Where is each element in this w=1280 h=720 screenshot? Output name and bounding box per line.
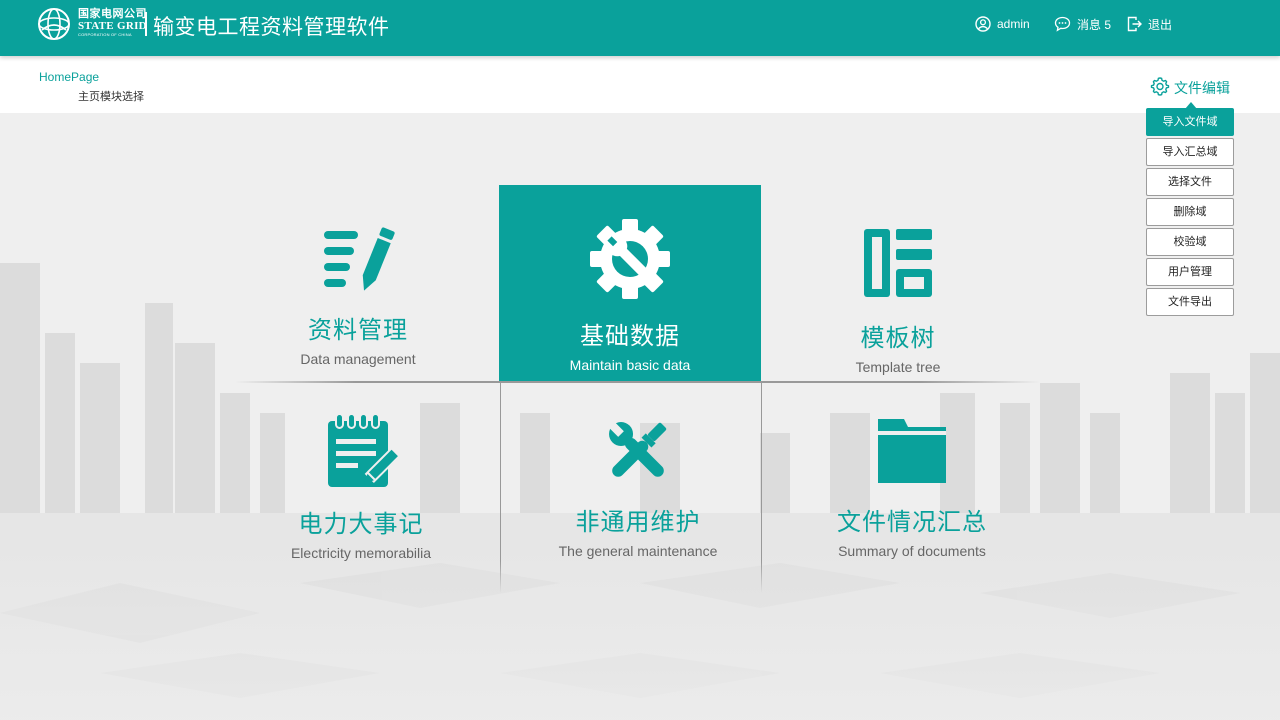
notepad-pencil-icon — [230, 413, 492, 496]
user-icon — [975, 16, 991, 32]
module-title-en: Electricity memorabilia — [290, 545, 432, 561]
menu-item-import-file-domain[interactable]: 导入文件域 — [1146, 102, 1234, 136]
app-header: 国家电网公司 STATE GRID CORPORATION OF CHINA 输… — [0, 0, 1280, 56]
module-title-cn: 电力大事记 — [298, 511, 424, 538]
username-label: admin — [997, 17, 1030, 31]
tools-icon — [507, 413, 769, 494]
breadcrumb-bar: HomePage 主页模块选择 文件编辑 — [0, 56, 1280, 113]
message-icon — [1054, 16, 1071, 32]
logout-icon — [1127, 16, 1142, 32]
menu-item-select-file[interactable]: 选择文件 — [1146, 168, 1234, 196]
brand-name-cn: 国家电网公司 — [78, 8, 147, 20]
brand-name-en: STATE GRID — [78, 20, 147, 32]
file-edit-button[interactable]: 文件编辑 — [1150, 76, 1230, 99]
logout-button[interactable]: 退出 — [1127, 14, 1172, 34]
menu-item-user-management[interactable]: 用户管理 — [1146, 258, 1234, 286]
breadcrumb-current: 主页模块选择 — [78, 91, 144, 103]
module-title-cn: 基础数据 — [580, 323, 680, 350]
file-edit-label: 文件编辑 — [1174, 79, 1230, 96]
title-divider — [145, 12, 147, 36]
file-edit-dropdown: 导入文件域 导入汇总域 选择文件 删除域 校验域 用户管理 文件导出 — [1146, 102, 1234, 318]
app-title: 输变电工程资料管理软件 — [153, 16, 390, 39]
module-basic-data[interactable]: 基础数据 Maintain basic data — [499, 185, 761, 381]
messages-button[interactable]: 消息 5 — [1054, 14, 1111, 34]
module-title-en: Maintain basic data — [569, 357, 691, 373]
module-data-management[interactable]: 资料管理 Data management — [227, 185, 489, 381]
module-template-tree[interactable]: 模板树 Template tree — [767, 185, 1029, 381]
module-title-en: Data management — [300, 351, 416, 367]
breadcrumb-home-link[interactable]: HomePage — [39, 70, 99, 84]
edit-list-icon — [227, 225, 489, 300]
template-tree-icon — [767, 227, 1029, 304]
module-title-en: Summary of documents — [838, 543, 986, 559]
module-title-cn: 模板树 — [860, 325, 936, 352]
module-title-cn: 资料管理 — [308, 317, 408, 344]
gear-icon — [1150, 76, 1170, 99]
module-title-en: Template tree — [855, 359, 941, 375]
user-menu[interactable]: admin — [975, 14, 1030, 34]
messages-label: 消息 5 — [1077, 17, 1112, 32]
module-general-maintenance[interactable]: 非通用维护 The general maintenance — [507, 383, 769, 573]
module-title-cn: 非通用维护 — [575, 509, 701, 536]
module-title-cn: 文件情况汇总 — [837, 509, 987, 536]
state-grid-logo-icon — [38, 8, 70, 40]
gear-wrench-icon — [499, 215, 761, 308]
menu-item-delete-domain[interactable]: 删除域 — [1146, 198, 1234, 226]
brand-subtitle: CORPORATION OF CHINA — [78, 32, 132, 37]
folder-icon — [781, 413, 1043, 490]
menu-item-import-summary-domain[interactable]: 导入汇总域 — [1146, 138, 1234, 166]
module-document-summary[interactable]: 文件情况汇总 Summary of documents — [781, 383, 1043, 573]
logout-label: 退出 — [1148, 17, 1173, 32]
module-title-en: The general maintenance — [558, 543, 718, 559]
menu-item-validate-domain[interactable]: 校验域 — [1146, 228, 1234, 256]
brand: 国家电网公司 STATE GRID CORPORATION OF CHINA — [78, 9, 147, 37]
menu-item-file-export[interactable]: 文件导出 — [1146, 288, 1234, 316]
module-electricity-memorabilia[interactable]: 电力大事记 Electricity memorabilia — [230, 383, 492, 573]
